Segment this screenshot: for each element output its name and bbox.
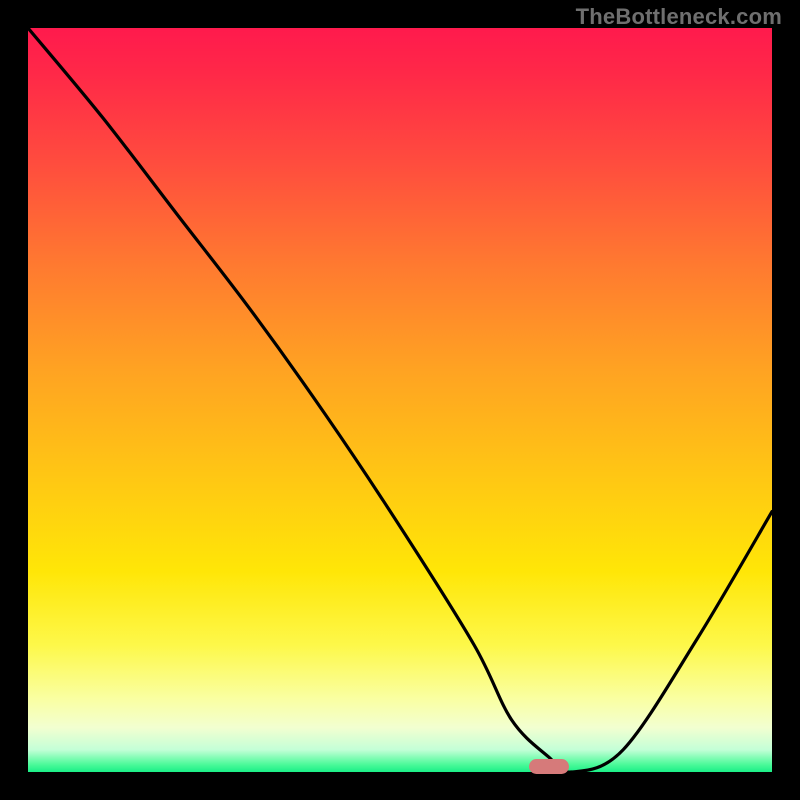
bottleneck-curve	[28, 28, 772, 772]
optimal-marker	[529, 759, 569, 774]
watermark-text: TheBottleneck.com	[576, 4, 782, 30]
chart-plot-area	[28, 28, 772, 772]
